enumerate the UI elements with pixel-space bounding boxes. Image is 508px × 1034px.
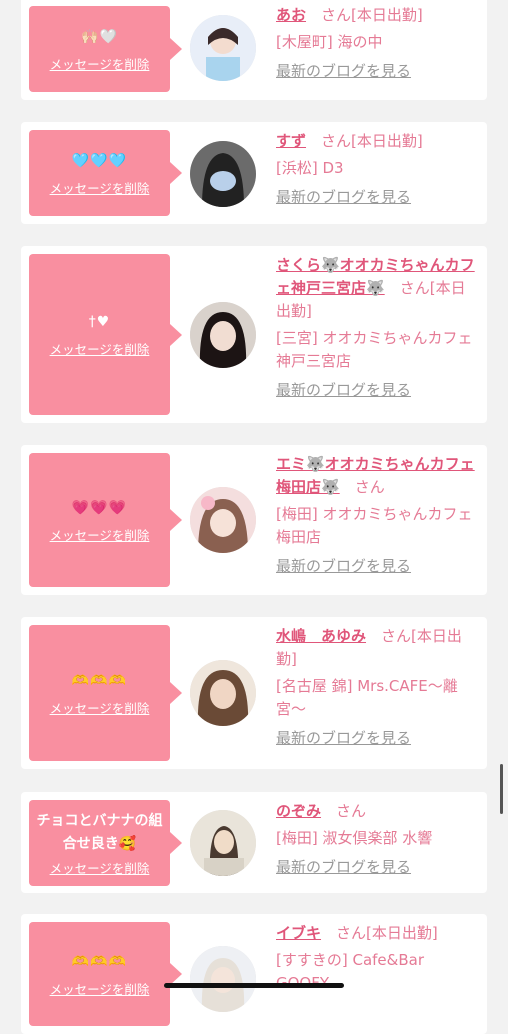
shop-location: [名古屋 錦] Mrs.CAFE〜離宮〜 [276, 677, 458, 718]
shop-location: [浜松] D3 [276, 159, 344, 177]
work-status: [本日出勤] [366, 924, 438, 942]
latest-blog-link[interactable]: 最新のブログを見る [276, 727, 479, 750]
scrollbar[interactable] [500, 764, 503, 814]
favorite-card: 🩵🩵🩵 メッセージを削除 すず さん[本日出勤] [浜松] D3 最新のブログを… [21, 122, 487, 224]
message-box: 🫶🫶🫶 メッセージを削除 [29, 922, 182, 1026]
favorite-card: 💗💗💗 メッセージを削除 エミ🐺オオカミちゃんカフェ梅田店🐺 さん [梅田] オ… [21, 445, 487, 595]
delete-message-link[interactable]: メッセージを削除 [50, 339, 150, 358]
shop-location: [梅田] 淑女倶楽部 水響 [276, 829, 433, 847]
honorific: さん [354, 478, 385, 496]
delete-message-link[interactable]: メッセージを削除 [50, 979, 150, 998]
honorific: さん [321, 132, 352, 150]
message-text: チョコとバナナの組合せ良き🥰 [36, 812, 163, 852]
favorite-card: 🫶🫶🫶 メッセージを削除 イブキ さん[本日出勤] [すすきの] Cafe&Ba… [21, 914, 487, 1034]
message-box: チョコとバナナの組合せ良き🥰 メッセージを削除 [29, 800, 182, 886]
cast-info: すず さん[本日出勤] [浜松] D3 最新のブログを見る [276, 130, 479, 209]
cast-info: さくら🐺オオカミちゃんカフェ神戸三宮店🐺 さん[本日出勤] [三宮] オオカミち… [276, 254, 479, 402]
shop-location: [すすきの] Cafe&Bar GOOFY [276, 951, 424, 992]
message-box: 💗💗💗 メッセージを削除 [29, 453, 182, 587]
avatar-image [190, 15, 256, 81]
latest-blog-link[interactable]: 最新のブログを見る [276, 555, 479, 578]
work-status: [本日出勤] [351, 6, 423, 24]
cast-info: のぞみ さん [梅田] 淑女倶楽部 水響 最新のブログを見る [276, 800, 479, 879]
message-text: 🫶🫶🫶 [71, 672, 128, 689]
home-indicator[interactable] [164, 983, 344, 988]
message-text: †♥ [88, 314, 111, 330]
shop-location: [梅田] オオカミちゃんカフェ梅田店 [276, 505, 473, 546]
message-box: 🫶🫶🫶 メッセージを削除 [29, 625, 182, 761]
avatar[interactable] [190, 302, 256, 368]
avatar-image [190, 810, 256, 876]
honorific: さん [399, 279, 430, 297]
avatar-image [190, 141, 256, 207]
cast-name-link[interactable]: 水嶋 あゆみ [276, 627, 366, 645]
avatar-image [190, 660, 256, 726]
message-box: 🩵🩵🩵 メッセージを削除 [29, 130, 182, 216]
cast-info: 水嶋 あゆみ さん[本日出勤] [名古屋 錦] Mrs.CAFE〜離宮〜 最新の… [276, 625, 479, 750]
message-text: 💗💗💗 [71, 499, 128, 516]
avatar-image [190, 302, 256, 368]
cast-name-link[interactable]: あお [276, 6, 306, 24]
delete-message-link[interactable]: メッセージを削除 [50, 54, 150, 73]
honorific: さん [381, 627, 412, 645]
avatar[interactable] [190, 141, 256, 207]
message-box: 🙌🏻🤍 メッセージを削除 [29, 6, 182, 92]
favorite-card: †♥ メッセージを削除 さくら🐺オオカミちゃんカフェ神戸三宮店🐺 さん[本日出勤… [21, 246, 487, 423]
avatar[interactable] [190, 487, 256, 553]
favorite-card: 🙌🏻🤍 メッセージを削除 あお さん[本日出勤] [木屋町] 海の中 最新のブロ… [21, 0, 487, 100]
message-text: 🫶🫶🫶 [71, 953, 128, 970]
avatar[interactable] [190, 15, 256, 81]
honorific: さん [321, 6, 352, 24]
work-status: [本日出勤] [351, 132, 423, 150]
delete-message-link[interactable]: メッセージを削除 [50, 525, 150, 544]
latest-blog-link[interactable]: 最新のブログを見る [276, 379, 479, 402]
latest-blog-link[interactable]: 最新のブログを見る [276, 186, 479, 209]
cast-info: エミ🐺オオカミちゃんカフェ梅田店🐺 さん [梅田] オオカミちゃんカフェ梅田店 … [276, 453, 479, 578]
favorite-card: 🫶🫶🫶 メッセージを削除 水嶋 あゆみ さん[本日出勤] [名古屋 錦] Mrs… [21, 617, 487, 769]
avatar[interactable] [190, 946, 256, 1012]
message-box: †♥ メッセージを削除 [29, 254, 182, 415]
delete-message-link[interactable]: メッセージを削除 [50, 178, 150, 197]
honorific: さん [336, 802, 367, 820]
avatar-image [190, 946, 256, 1012]
shop-location: [三宮] オオカミちゃんカフェ神戸三宮店 [276, 329, 473, 370]
message-text: 🩵🩵🩵 [71, 152, 128, 169]
cast-name-link[interactable]: すず [276, 132, 306, 150]
latest-blog-link[interactable]: 最新のブログを見る [276, 60, 479, 83]
cast-info: あお さん[本日出勤] [木屋町] 海の中 最新のブログを見る [276, 4, 479, 83]
avatar[interactable] [190, 810, 256, 876]
favorite-card: チョコとバナナの組合せ良き🥰 メッセージを削除 のぞみ さん [梅田] 淑女倶楽… [21, 792, 487, 893]
message-text: 🙌🏻🤍 [81, 28, 118, 45]
shop-location: [木屋町] 海の中 [276, 33, 383, 51]
cast-name-link[interactable]: のぞみ [276, 802, 321, 820]
latest-blog-link[interactable]: 最新のブログを見る [276, 856, 479, 879]
avatar-image [190, 487, 256, 553]
cast-name-link[interactable]: イブキ [276, 924, 321, 942]
avatar[interactable] [190, 660, 256, 726]
honorific: さん [336, 924, 367, 942]
delete-message-link[interactable]: メッセージを削除 [50, 698, 150, 717]
delete-message-link[interactable]: メッセージを削除 [50, 858, 150, 877]
